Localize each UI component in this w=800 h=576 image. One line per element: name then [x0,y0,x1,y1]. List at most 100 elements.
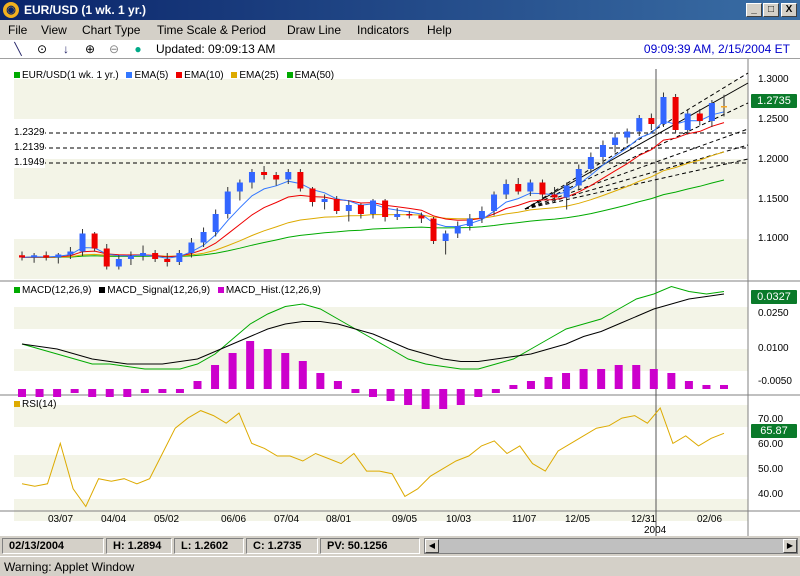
candle-body [636,118,643,132]
y-tick-label: 1.1500 [758,194,789,205]
candle-body [188,242,195,253]
candle-body [285,172,292,180]
candle-body [248,172,255,183]
horizontal-scrollbar[interactable]: ◀ ▶ [424,538,798,554]
macd-hist-bar [684,381,693,389]
candle-body [19,255,25,258]
menu-chart-type[interactable]: Chart Type [82,23,140,37]
scroll-right-icon[interactable]: ▶ [783,539,797,553]
status-high: H: 1.2894 [106,538,172,554]
menu-file[interactable]: File [8,23,27,37]
download-arrow-icon[interactable]: ↓ [58,41,74,57]
legend-swatch [14,72,20,79]
macd-hist-bar [70,389,79,393]
candle-body [164,259,171,262]
candle-body [176,253,183,262]
candle-body [684,113,691,130]
menu-help[interactable]: Help [427,23,452,37]
candle-body [418,215,425,219]
rsi-last-value: 65.87 [751,424,797,438]
candle-body [466,218,473,226]
candle-body [31,255,38,258]
macd-hist-bar [509,385,518,389]
candle-body [599,145,606,157]
close-button[interactable]: X [781,3,797,17]
legend-swatch [217,287,224,294]
candle-body [587,157,594,169]
x-tick-label: 11/07 [512,514,537,525]
line-tool-icon[interactable]: ╲ [10,41,26,57]
candle-body [43,255,50,258]
status-date: 02/13/2004 [2,538,104,554]
candle-body [539,182,546,195]
macd-hist-bar [614,365,623,389]
macd-hist-bar [562,373,571,389]
candle-body [624,131,631,138]
candle-body [357,205,364,214]
macd-hist-bar [211,365,220,389]
candle-body [660,97,667,124]
y-tick-label: 1.2000 [758,154,789,165]
candle-body [394,214,401,217]
toolbar: ╲ ⊙ ↓ ⊕ ⊖ ● Updated: 09:09:13 AM 09:09:3… [0,40,800,59]
candle-body [67,251,74,255]
level-label: 1.1949 [14,157,45,168]
candle-body [454,226,461,234]
chart-canvas[interactable] [0,59,800,536]
price-last-value: 1.2735 [751,94,797,108]
macd-hist-bar [474,389,483,397]
macd-hist-bar [228,353,237,389]
chart-area[interactable]: EUR/USD(1 wk. 1 yr.) EMA(5) EMA(10) EMA(… [0,59,800,536]
legend-item-pair: EUR/USD(1 wk. 1 yr.) [22,70,119,81]
candle-body [478,211,485,219]
zoom-in-icon[interactable]: ⊕ [82,41,98,57]
macd-hist-bar [158,389,167,393]
macd-hist-bar [491,389,500,393]
macd-hist-bar [404,389,413,405]
candle-body [563,185,570,198]
window-title: EUR/USD (1 wk. 1 yr.) [24,3,147,17]
macd-hist-bar [667,373,676,389]
candle-body [236,182,243,192]
candle-body [406,214,413,216]
macd-hist-bar [88,389,97,397]
price-legend: EUR/USD(1 wk. 1 yr.) EMA(5) EMA(10) EMA(… [14,70,339,81]
target-icon[interactable]: ⊙ [34,41,50,57]
zoom-out-icon[interactable]: ⊖ [106,41,122,57]
minimize-button[interactable]: _ [746,3,762,17]
legend-item-macd: MACD(12,26,9) [22,285,92,296]
menu-draw-line[interactable]: Draw Line [287,23,341,37]
macd-hist-bar [18,389,26,397]
candle-body [127,256,134,259]
x-tick-label: 08/01 [326,514,352,525]
macd-hist-bar [193,381,202,389]
menu-bar: File View Chart Type Time Scale & Period… [0,20,800,40]
candle-body [200,232,207,243]
candle-body [333,199,340,211]
level-label: 1.2329 [14,127,45,138]
x-tick-label: 05/02 [154,514,180,525]
status-close: C: 1.2735 [246,538,318,554]
menu-time-scale-period[interactable]: Time Scale & Period [157,23,266,37]
title-bar: ◉ EUR/USD (1 wk. 1 yr.) _ □ X [0,0,800,20]
candle-body [345,205,352,211]
x-tick-label: 09/05 [392,514,418,525]
macd-hist-bar [526,381,535,389]
candle-body [515,184,522,192]
candle-body [442,233,449,241]
macd-hist-bar [439,389,448,409]
menu-indicators[interactable]: Indicators [357,23,409,37]
x-tick-label: 12/31 [631,514,657,525]
candle-body [55,254,62,258]
menu-view[interactable]: View [41,23,67,37]
macd-hist-bar [263,349,272,389]
candle-body [430,218,437,241]
scroll-left-icon[interactable]: ◀ [425,539,439,553]
y-tick-label: 1.2500 [758,114,789,125]
legend-swatch [99,287,106,294]
legend-item-rsi: RSI(14) [22,399,57,410]
maximize-button[interactable]: □ [763,3,779,17]
candle-body [382,200,389,217]
macd-hist-bar [140,389,149,393]
globe-icon[interactable]: ● [130,41,146,57]
